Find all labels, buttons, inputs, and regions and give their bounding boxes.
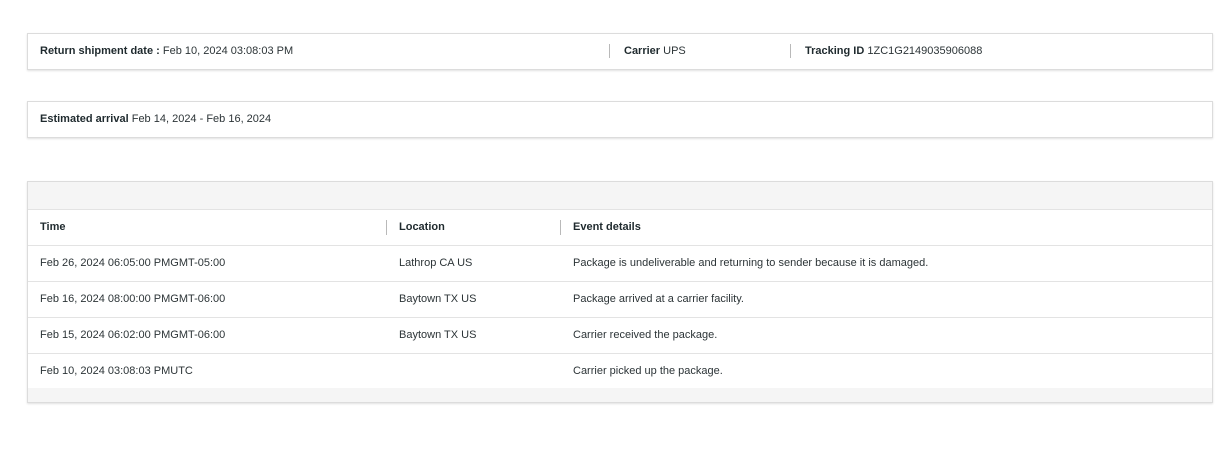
cell-time: Feb 16, 2024 08:00:00 PMGMT-06:00 [40,293,226,305]
table-footer [28,388,1212,402]
return-shipment-date-value: Feb 10, 2024 03:08:03 PM [162,45,294,57]
return-shipment-date-label: Return shipment date : [40,45,160,57]
table-row: Feb 10, 2024 03:08:03 PMUTC Carrier pick… [28,354,1212,390]
table-header: Time Location Event details [28,210,1212,246]
cell-location: Baytown TX US [399,293,477,305]
cell-location: Lathrop CA US [399,257,473,269]
estimated-arrival-label: Estimated arrival [40,113,129,125]
carrier-value: UPS [663,45,686,57]
column-resize-handle[interactable] [386,220,387,235]
estimated-arrival-value: Feb 14, 2024 - Feb 16, 2024 [131,113,272,125]
tracking-id: Tracking ID 1ZC1G2149035906088 [805,34,982,69]
column-resize-handle[interactable] [560,220,561,235]
carrier: Carrier UPS [624,34,686,69]
table-row: Feb 16, 2024 08:00:00 PMGMT-06:00 Baytow… [28,282,1212,318]
return-shipment-date: Return shipment date : Feb 10, 2024 03:0… [40,34,293,69]
column-header-location[interactable]: Location [399,210,445,245]
cell-event-details: Carrier picked up the package. [573,365,723,377]
table-body: Feb 26, 2024 06:05:00 PMGMT-05:00 Lathro… [28,246,1212,390]
table-toolbar [28,182,1212,210]
cell-event-details: Package arrived at a carrier facility. [573,293,744,305]
estimated-arrival: Estimated arrival Feb 14, 2024 - Feb 16,… [40,102,271,137]
cell-time: Feb 26, 2024 06:05:00 PMGMT-05:00 [40,257,226,269]
divider [790,44,791,58]
cell-event-details: Package is undeliverable and returning t… [573,257,929,269]
shipment-summary-panel: Return shipment date : Feb 10, 2024 03:0… [27,33,1213,70]
column-header-event-details[interactable]: Event details [573,210,641,245]
carrier-label: Carrier [624,45,661,57]
column-header-time[interactable]: Time [40,210,65,245]
tracking-id-value: 1ZC1G2149035906088 [867,45,983,57]
cell-location: Baytown TX US [399,329,477,341]
table-row: Feb 26, 2024 06:05:00 PMGMT-05:00 Lathro… [28,246,1212,282]
estimated-arrival-panel: Estimated arrival Feb 14, 2024 - Feb 16,… [27,101,1213,138]
cell-time: Feb 10, 2024 03:08:03 PMUTC [40,365,193,377]
tracking-id-label: Tracking ID [805,45,865,57]
table-row: Feb 15, 2024 06:02:00 PMGMT-06:00 Baytow… [28,318,1212,354]
tracking-events-table: Time Location Event details Feb 26, 2024… [27,181,1213,403]
cell-time: Feb 15, 2024 06:02:00 PMGMT-06:00 [40,329,226,341]
divider [609,44,610,58]
cell-event-details: Carrier received the package. [573,329,718,341]
